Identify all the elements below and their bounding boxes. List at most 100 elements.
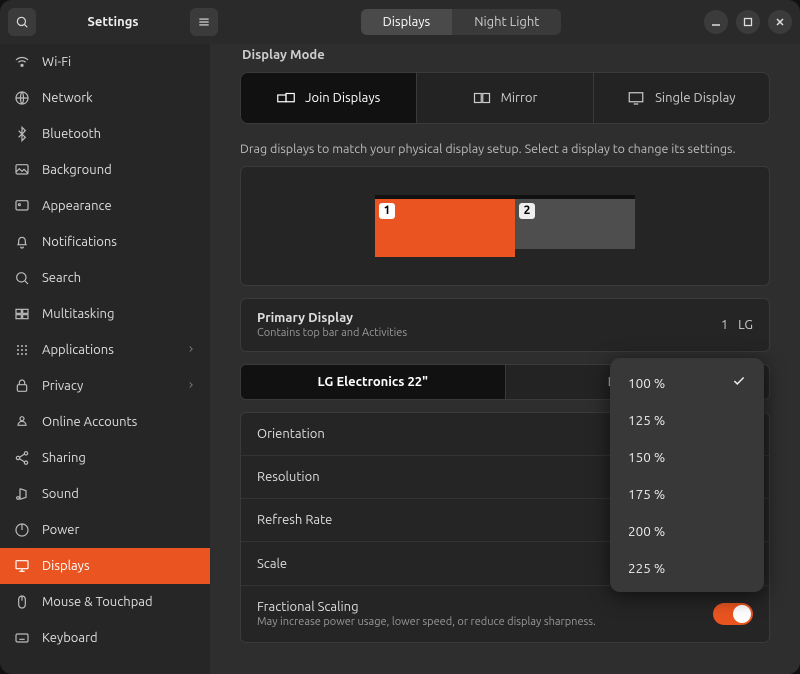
sidebar-item-label: Power (42, 523, 79, 537)
display-2-badge: 2 (519, 203, 535, 219)
sidebar-item-label: Mouse & Touchpad (42, 595, 153, 609)
scale-option-150[interactable]: 150 % (610, 438, 764, 475)
maximize-icon (743, 17, 753, 27)
sidebar-item-privacy[interactable]: Privacy (0, 368, 210, 404)
tab-displays[interactable]: Displays (361, 9, 453, 35)
refresh-rate-label: Refresh Rate (257, 513, 332, 527)
app-title: Settings (44, 15, 182, 29)
keyboard-icon (14, 630, 30, 646)
sidebar-item-applications[interactable]: Applications (0, 332, 210, 368)
minimize-button[interactable] (704, 10, 728, 34)
mode-join-displays[interactable]: Join Displays (241, 73, 417, 123)
primary-display-label: Primary Display (257, 311, 407, 325)
mirror-icon (473, 89, 491, 107)
mode-single-display[interactable]: Single Display (594, 73, 769, 123)
sidebar-item-label: Multitasking (42, 307, 114, 321)
multitasking-icon (14, 306, 30, 322)
maximize-button[interactable] (736, 10, 760, 34)
display-arrangement-area[interactable]: 1 2 (240, 166, 770, 286)
sidebar-item-bluetooth[interactable]: Bluetooth (0, 116, 210, 152)
scale-option-label: 200 % (628, 523, 665, 539)
search-icon (14, 270, 30, 286)
mode-single-label: Single Display (655, 91, 735, 105)
tab-night-light[interactable]: Night Light (452, 9, 561, 35)
search-button[interactable] (8, 8, 36, 36)
scale-option-label: 125 % (628, 412, 665, 428)
scale-option-225[interactable]: 225 % (610, 549, 764, 586)
sidebar-item-sound[interactable]: Sound (0, 476, 210, 512)
menu-button[interactable] (190, 8, 218, 36)
orientation-label: Orientation (257, 427, 325, 441)
scale-option-label: 225 % (628, 560, 665, 576)
search-icon (15, 15, 29, 29)
mode-mirror[interactable]: Mirror (417, 73, 593, 123)
mode-mirror-label: Mirror (501, 91, 538, 105)
sidebar-item-displays[interactable]: Displays (0, 548, 210, 584)
join-displays-icon (277, 89, 295, 107)
sidebar-item-label: Background (42, 163, 112, 177)
scale-option-200[interactable]: 200 % (610, 512, 764, 549)
primary-display-name: LG (738, 318, 753, 332)
scale-option-175[interactable]: 175 % (610, 475, 764, 512)
hamburger-icon (197, 15, 211, 29)
fractional-scaling-switch[interactable] (713, 603, 753, 625)
scale-dropdown: 100 % 125 % 150 % 175 % 200 % 225 % (610, 358, 764, 592)
check-icon (732, 374, 746, 391)
sidebar-item-label: Online Accounts (42, 415, 137, 429)
scale-option-125[interactable]: 125 % (610, 401, 764, 438)
sidebar-item-label: Notifications (42, 235, 117, 249)
display-mode-row: Join Displays Mirror Single Display (240, 72, 770, 124)
mouse-touchpad-icon (14, 594, 30, 610)
display-tab-1[interactable]: LG Electronics 22" (241, 365, 506, 399)
sidebar-item-sharing[interactable]: Sharing (0, 440, 210, 476)
display-2[interactable]: 2 (515, 195, 635, 249)
sidebar-item-label: Sound (42, 487, 79, 501)
privacy-icon (14, 378, 30, 394)
power-icon (14, 522, 30, 538)
primary-display-row[interactable]: Primary Display Contains top bar and Act… (240, 298, 770, 352)
close-button[interactable] (768, 10, 792, 34)
bluetooth-icon (14, 126, 30, 142)
sidebar: Wi-FiNetworkBluetooth Background Appearanc… (0, 44, 210, 674)
background-icon (14, 162, 30, 178)
resolution-label: Resolution (257, 470, 320, 484)
sidebar-item-online-accounts[interactable]: Online Accounts (0, 404, 210, 440)
scale-option-100[interactable]: 100 % (610, 364, 764, 401)
display-mode-label: Display Mode (240, 44, 770, 72)
fractional-scaling-row: Fractional Scaling May increase power us… (241, 586, 769, 642)
sidebar-item-background[interactable]: Background (0, 152, 210, 188)
sidebar-item-power[interactable]: Power (0, 512, 210, 548)
chevron-right-icon (186, 343, 196, 357)
scale-option-label: 150 % (628, 449, 665, 465)
sidebar-item-label: Privacy (42, 379, 83, 393)
scale-label: Scale (257, 557, 287, 571)
sidebar-item-label: Keyboard (42, 631, 98, 645)
sidebar-item-search[interactable]: Search (0, 260, 210, 296)
sidebar-item-appearance[interactable]: Appearance (0, 188, 210, 224)
wi-fi-icon (14, 54, 30, 70)
applications-icon (14, 342, 30, 358)
sidebar-item-multitasking[interactable]: Multitasking (0, 296, 210, 332)
sidebar-item-network[interactable]: Network (0, 80, 210, 116)
displays-icon (14, 558, 30, 574)
sidebar-item-wi-fi[interactable]: Wi-Fi (0, 44, 210, 80)
primary-display-number: 1 (721, 318, 728, 332)
scale-option-label: 100 % (628, 375, 665, 391)
sidebar-item-mouse-touchpad[interactable]: Mouse & Touchpad (0, 584, 210, 620)
fractional-scaling-sub: May increase power usage, lower speed, o… (257, 616, 596, 628)
primary-display-sub: Contains top bar and Activities (257, 327, 407, 339)
sidebar-item-label: Sharing (42, 451, 86, 465)
online-accounts-icon (14, 414, 30, 430)
notifications-icon (14, 234, 30, 250)
sidebar-item-keyboard[interactable]: Keyboard (0, 620, 210, 656)
sidebar-item-label: Applications (42, 343, 114, 357)
chevron-right-icon (186, 379, 196, 393)
view-switcher: Displays Night Light (361, 9, 562, 35)
display-1[interactable]: 1 (375, 195, 515, 257)
sidebar-item-notifications[interactable]: Notifications (0, 224, 210, 260)
sound-icon (14, 486, 30, 502)
sidebar-item-label: Search (42, 271, 81, 285)
display-1-badge: 1 (379, 203, 395, 219)
fractional-scaling-label: Fractional Scaling (257, 600, 596, 614)
network-icon (14, 90, 30, 106)
